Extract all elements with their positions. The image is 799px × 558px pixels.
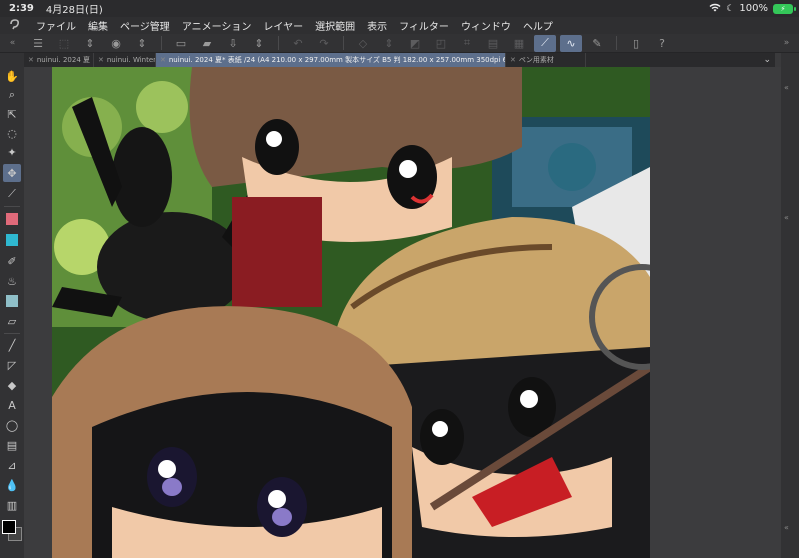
tab-nuinui-2024-summer[interactable]: ✕ nuinui. 2024 夏 — [24, 53, 94, 67]
lasso-icon[interactable]: ◌ — [3, 124, 21, 142]
close-icon[interactable]: ✕ — [160, 56, 166, 64]
artwork-illustration — [52, 67, 650, 558]
ruler-icon[interactable]: ⊿ — [3, 456, 21, 474]
new-page-icon[interactable]: ▭ — [170, 35, 192, 52]
menu-view[interactable]: 表示 — [361, 18, 393, 33]
foreground-color-swatch[interactable] — [2, 520, 16, 534]
figure-icon[interactable]: ◸ — [3, 356, 21, 374]
chevron-down-icon[interactable]: ⌄ — [763, 55, 771, 65]
menu-bar: ファイル 編集 ページ管理 アニメーション レイヤー 選択範囲 表示 フィルター… — [0, 17, 799, 34]
app-logo-icon[interactable] — [0, 18, 30, 33]
select-object-icon[interactable]: ⇱ — [3, 105, 21, 123]
gradient-icon[interactable]: ▥ — [3, 496, 21, 514]
decoration-icon[interactable] — [3, 292, 21, 310]
undo-icon[interactable]: ↶ — [287, 35, 309, 52]
camera-icon[interactable]: ◉ — [105, 35, 127, 52]
menu-edit[interactable]: 編集 — [82, 18, 114, 33]
pencil-icon[interactable] — [3, 231, 21, 249]
menu-file[interactable]: ファイル — [30, 18, 82, 33]
status-time: 2:39 — [9, 3, 34, 14]
correction-icon[interactable]: ✎ — [586, 35, 608, 52]
hand-icon[interactable]: ✋ — [3, 67, 21, 85]
zoom-icon[interactable]: ⌕ — [3, 86, 21, 104]
menu-page-management[interactable]: ページ管理 — [114, 18, 176, 33]
menu-animation[interactable]: アニメーション — [176, 18, 258, 33]
eraser-icon[interactable]: ▱ — [3, 312, 21, 330]
stroke-active-icon[interactable]: ∿ — [560, 34, 582, 52]
frame-icon[interactable]: ▤ — [3, 436, 21, 454]
line-icon[interactable]: ╱ — [3, 336, 21, 354]
stepper-icon[interactable]: ⇕ — [378, 35, 400, 52]
tool-palette: ✋ ⌕ ⇱ ◌ ✦ ✥ ⟋ ✐ ♨ ▱ ╱ ◸ ◆ A ◯ ▤ ⊿ 💧 ▥ — [0, 53, 24, 558]
brush-icon[interactable]: ✐ — [3, 252, 21, 270]
magic-wand-icon[interactable]: ✦ — [3, 143, 21, 161]
moon-icon: ☾ — [726, 3, 735, 14]
clear-icon[interactable]: ◇ — [352, 35, 374, 52]
menu-selection[interactable]: 選択範囲 — [309, 18, 361, 33]
stepper-icon[interactable]: ⇕ — [248, 35, 270, 52]
tab-nuinui-winter[interactable]: ✕ nuinui. Winter e — [94, 53, 156, 67]
battery-icon: ⚡ — [773, 3, 796, 14]
tab-pen-materials[interactable]: ✕ ペン用素材 — [506, 53, 586, 67]
pen-active-icon[interactable]: ⟋ — [534, 34, 556, 52]
device-icon[interactable]: ▯ — [625, 35, 647, 52]
collapse-panel-icon[interactable]: « — [784, 213, 789, 222]
ipad-status-bar: 2:39 4月28日(日) ☾ 100% ⚡ — [0, 0, 799, 17]
blend-icon[interactable]: 💧 — [3, 476, 21, 494]
grid-icon[interactable]: ▦ — [508, 35, 530, 52]
wifi-icon — [709, 3, 721, 15]
menu-window[interactable]: ウィンドウ — [455, 18, 517, 33]
snap-icon[interactable]: ⌗ — [456, 35, 478, 52]
menu-filter[interactable]: フィルター — [393, 18, 455, 33]
text-icon[interactable]: A — [3, 396, 21, 414]
menu-icon[interactable]: ☰ — [27, 35, 49, 52]
menu-layer[interactable]: レイヤー — [257, 18, 309, 33]
collapse-left-icon[interactable]: « — [0, 34, 25, 53]
fill-icon[interactable]: ◩ — [404, 35, 426, 52]
balloon-icon[interactable]: ◯ — [3, 416, 21, 434]
status-date: 4月28日(日) — [45, 5, 103, 16]
ruler-icon[interactable]: ▤ — [482, 35, 504, 52]
document-tab-bar: ✕ nuinui. 2024 夏 ✕ nuinui. Winter e ✕ nu… — [24, 53, 775, 67]
pen-icon[interactable] — [3, 210, 21, 228]
fill-icon[interactable]: ◆ — [3, 376, 21, 394]
artwork-canvas[interactable] — [52, 67, 650, 558]
redo-icon[interactable]: ↷ — [313, 35, 335, 52]
close-icon[interactable]: ✕ — [98, 56, 104, 64]
collapse-right-icon[interactable]: » — [774, 34, 799, 53]
collapse-panel-icon[interactable]: « — [784, 83, 789, 92]
move-icon[interactable]: ✥ — [3, 164, 21, 182]
close-icon[interactable]: ✕ — [510, 56, 516, 64]
stepper-icon[interactable]: ⇕ — [79, 35, 101, 52]
export-icon[interactable]: ⇩ — [222, 35, 244, 52]
battery-percent: 100% — [739, 3, 768, 14]
stepper-icon[interactable]: ⇕ — [131, 35, 153, 52]
open-folder-icon[interactable]: ▰ — [196, 35, 218, 52]
close-icon[interactable]: ✕ — [28, 56, 34, 64]
airbrush-icon[interactable]: ♨ — [3, 272, 21, 290]
right-panel-strip: « « « — [781, 53, 799, 558]
collapse-panel-icon[interactable]: « — [784, 523, 789, 532]
command-bar: « ☰ ⬚ ⇕ ◉ ⇕ ▭ ▰ ⇩ ⇕ ↶ ↷ ◇ ⇕ ◩ ◰ ⌗ ▤ ▦ ⟋ … — [0, 34, 799, 53]
tab-active-document[interactable]: ✕ nuinui. 2024 夏* 表紙 /24 (A4 210.00 x 29… — [156, 53, 506, 67]
transform-icon[interactable]: ◰ — [430, 35, 452, 52]
eyedropper-icon[interactable]: ⟋ — [3, 185, 21, 203]
new-icon[interactable]: ⬚ — [53, 35, 75, 52]
help-icon[interactable]: ? — [651, 35, 673, 52]
menu-help[interactable]: ヘルプ — [517, 18, 559, 33]
